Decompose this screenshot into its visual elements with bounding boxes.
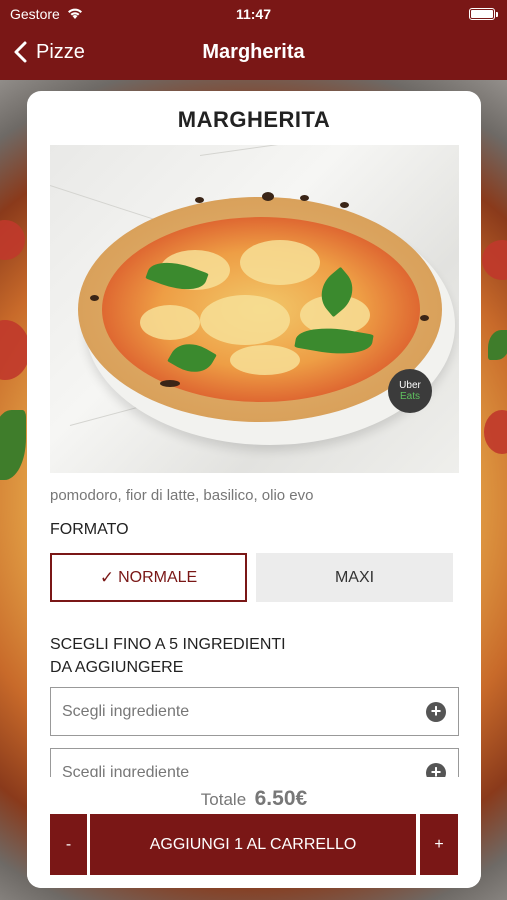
format-option-label: NORMALE	[118, 568, 198, 586]
add-to-cart-button[interactable]: AGGIUNGI 1 AL CARRELLO	[90, 814, 416, 875]
format-option-normale[interactable]: ✓ NORMALE	[50, 553, 247, 602]
status-bar: Gestore 11:47	[0, 0, 507, 28]
product-name: MARGHERITA	[177, 107, 331, 132]
uber-eats-logo: Uber Eats	[388, 369, 432, 413]
ingredient-select-1[interactable]: Scegli ingrediente +	[50, 687, 459, 736]
checkmark-icon: ✓	[99, 567, 115, 587]
format-option-label: MAXI	[334, 568, 375, 586]
plus-circle-icon[interactable]: +	[426, 702, 446, 722]
battery-icon	[469, 8, 495, 20]
total-label: Totale	[200, 790, 247, 809]
nav-title: Margherita	[202, 41, 305, 63]
total-value: 6.50€	[254, 787, 308, 810]
clock: 11:47	[235, 6, 272, 22]
ingredients-label-line1: SCEGLI FINO A 5 INGREDIENTI	[50, 636, 286, 653]
battery-nub	[496, 12, 498, 17]
uber-eats-line1: Uber	[399, 380, 421, 391]
decrease-quantity-button[interactable]: -	[50, 814, 87, 875]
ingredients-label: SCEGLI FINO A 5 INGREDIENTI DA AGGIUNGER…	[50, 633, 350, 679]
uber-eats-line2: Eats	[399, 391, 420, 402]
product-description: pomodoro, fior di latte, basilico, olio …	[50, 487, 314, 504]
order-total: Totale 6.50€	[27, 787, 481, 811]
navigation-bar: Pizze Margherita	[0, 28, 507, 80]
product-card: MARGHERITA Uber Eats pomodoro, fior di l…	[27, 91, 481, 888]
format-label: FORMATO	[50, 521, 129, 538]
format-option-maxi[interactable]: MAXI	[256, 553, 453, 602]
increase-quantity-button[interactable]: +	[420, 814, 458, 875]
ingredient-placeholder: Scegli ingrediente	[62, 703, 190, 720]
product-photo	[50, 145, 459, 473]
ingredients-label-line2: DA AGGIUNGERE	[50, 659, 184, 676]
